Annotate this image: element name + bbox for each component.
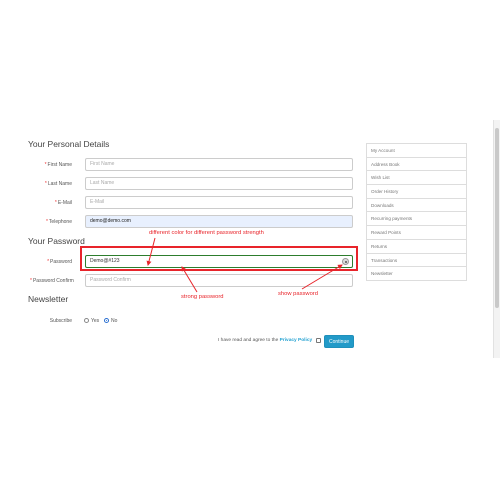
sidebar-item-newsletter[interactable]: Newsletter xyxy=(367,267,466,281)
required-marker: * xyxy=(47,259,50,265)
continue-button[interactable]: Continue xyxy=(324,335,354,348)
sidebar-item-my-account[interactable]: My Account xyxy=(367,144,466,158)
first-name-label: *First Name xyxy=(30,162,72,168)
required-marker: * xyxy=(54,200,57,206)
sidebar-item-transactions[interactable]: Transactions xyxy=(367,254,466,268)
email-label-text: E-Mail xyxy=(57,200,72,206)
last-name-label-text: Last Name xyxy=(47,181,72,187)
password-confirm-label-text: Password Confirm xyxy=(32,278,74,284)
sidebar-item-wish-list[interactable]: Wish List xyxy=(367,171,466,186)
first-name-label-text: First Name xyxy=(47,162,72,168)
strength-color-annotation: different color for different password s… xyxy=(149,230,264,236)
privacy-agree-checkbox[interactable] xyxy=(316,338,321,343)
telephone-label: *Telephone xyxy=(30,219,72,225)
email-label: *E-Mail xyxy=(30,200,72,206)
privacy-agree-text: I have read and agree to the Privacy Pol… xyxy=(218,338,312,343)
strong-password-annotation: strong password xyxy=(181,294,224,300)
privacy-policy-link[interactable]: Privacy Policy xyxy=(280,338,313,343)
email-input[interactable]: E-Mail xyxy=(85,196,353,209)
password-highlight-box xyxy=(80,246,358,271)
telephone-input[interactable]: demo@demo.com xyxy=(85,215,353,228)
password-confirm-input[interactable]: Password Confirm xyxy=(85,274,353,287)
first-name-input[interactable]: First Name xyxy=(85,158,353,171)
required-marker: * xyxy=(44,181,47,187)
password-confirm-label: *Password Confirm xyxy=(30,278,74,284)
account-sidebar: My Account Address Book Wish List Order … xyxy=(366,143,467,281)
subscribe-no-radio[interactable] xyxy=(104,318,109,323)
sidebar-item-address-book[interactable]: Address Book xyxy=(367,158,466,172)
subscribe-yes-radio[interactable] xyxy=(84,318,89,323)
personal-details-title: Your Personal Details xyxy=(28,139,110,149)
required-marker: * xyxy=(44,162,47,168)
sidebar-item-reward-points[interactable]: Reward Points xyxy=(367,226,466,240)
last-name-label: *Last Name xyxy=(30,181,72,187)
password-section-title: Your Password xyxy=(28,236,85,246)
sidebar-item-order-history[interactable]: Order History xyxy=(367,185,466,199)
telephone-label-text: Telephone xyxy=(48,219,72,225)
show-password-annotation: show password xyxy=(278,291,318,297)
subscribe-label: Subscribe xyxy=(49,318,72,324)
scrollbar-thumb[interactable] xyxy=(495,128,499,308)
password-label: *Password xyxy=(30,259,72,265)
last-name-input[interactable]: Last Name xyxy=(85,177,353,190)
sidebar-item-returns[interactable]: Returns xyxy=(367,240,466,254)
required-marker: * xyxy=(45,219,48,225)
sidebar-item-downloads[interactable]: Downloads xyxy=(367,199,466,213)
sidebar-item-recurring-payments[interactable]: Recurring payments xyxy=(367,212,466,227)
agree-text: I have read and agree to the xyxy=(218,338,279,343)
required-marker: * xyxy=(30,278,32,284)
newsletter-title: Newsletter xyxy=(28,294,69,304)
subscribe-no-label: No xyxy=(111,318,118,324)
subscribe-yes-label: Yes xyxy=(91,318,100,324)
password-label-text: Password xyxy=(50,259,72,265)
